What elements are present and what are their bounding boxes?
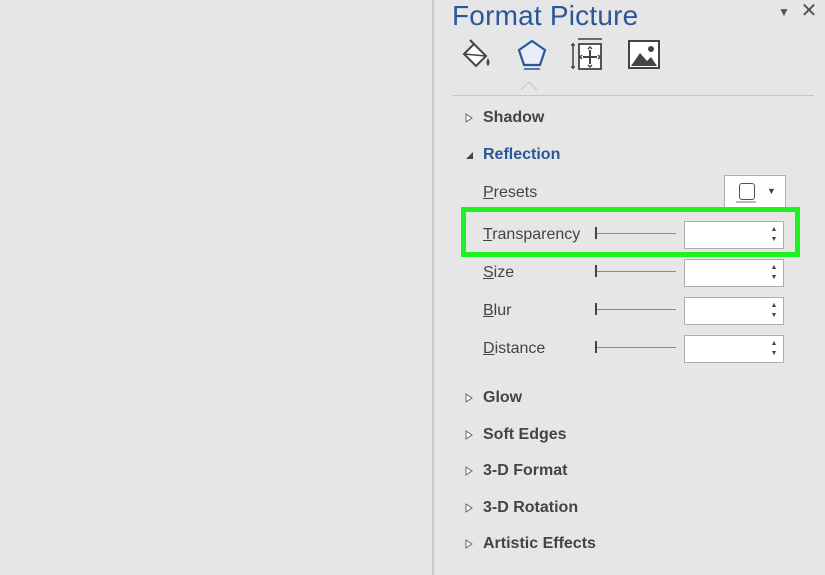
- section-label: Glow: [483, 389, 523, 406]
- section-label: Artistic Effects: [483, 535, 596, 552]
- transparency-slider[interactable]: [594, 227, 676, 239]
- slider-thumb[interactable]: [595, 265, 597, 277]
- section-glow[interactable]: Glow: [462, 387, 802, 409]
- slider-track: [596, 271, 676, 272]
- spinner-arrows: ▲ ▼: [769, 301, 779, 321]
- section-label: Reflection: [483, 146, 561, 163]
- section-label: Shadow: [483, 109, 545, 126]
- close-pane-button[interactable]: ✕: [798, 0, 820, 22]
- slider-track: [596, 347, 676, 348]
- collapsed-triangle-icon: [462, 537, 476, 551]
- effects-icon: [517, 39, 547, 70]
- tabs-divider: [452, 95, 814, 96]
- task-pane-options-button[interactable]: ▼: [774, 4, 794, 20]
- spin-down-icon[interactable]: ▼: [769, 236, 779, 244]
- spinner-arrows: ▲ ▼: [769, 339, 779, 359]
- spin-up-icon[interactable]: ▲: [769, 226, 779, 234]
- slider-thumb[interactable]: [595, 227, 597, 239]
- collapsed-triangle-icon: [462, 111, 476, 125]
- distance-slider[interactable]: [594, 341, 676, 353]
- collapsed-triangle-icon: [462, 464, 476, 478]
- blur-label: Blur: [483, 302, 512, 319]
- section-3d-rotation[interactable]: 3-D Rotation: [462, 497, 802, 519]
- section-artistic-effects[interactable]: Artistic Effects: [462, 533, 802, 555]
- section-shadow[interactable]: Shadow: [462, 107, 802, 129]
- section-soft-edges[interactable]: Soft Edges: [462, 424, 802, 446]
- tab-fill-line[interactable]: [456, 36, 496, 74]
- spin-down-icon[interactable]: ▼: [769, 274, 779, 282]
- blur-slider[interactable]: [594, 303, 676, 315]
- size-spinner[interactable]: ▲ ▼: [684, 259, 784, 287]
- pane-tabs: [456, 36, 696, 76]
- presets-label: Presets: [483, 184, 538, 201]
- spin-up-icon[interactable]: ▲: [769, 340, 779, 348]
- slider-thumb[interactable]: [595, 303, 597, 315]
- picture-icon: [628, 40, 660, 69]
- collapsed-triangle-icon: [462, 428, 476, 442]
- section-label: 3-D Format: [483, 462, 568, 479]
- spin-up-icon[interactable]: ▲: [769, 264, 779, 272]
- size-label: Size: [483, 264, 515, 281]
- collapsed-triangle-icon: [462, 391, 476, 405]
- tab-picture[interactable]: [624, 36, 664, 74]
- section-label: 3-D Rotation: [483, 499, 579, 516]
- section-3d-format[interactable]: 3-D Format: [462, 460, 802, 482]
- blur-spinner[interactable]: ▲ ▼: [684, 297, 784, 325]
- presets-dropdown[interactable]: ▼: [724, 175, 786, 209]
- collapsed-triangle-icon: [462, 501, 476, 515]
- fill-line-icon: [462, 39, 490, 68]
- slider-thumb[interactable]: [595, 341, 597, 353]
- tab-effects[interactable]: [512, 36, 552, 74]
- section-reflection[interactable]: Reflection: [462, 144, 802, 166]
- spinner-arrows: ▲ ▼: [769, 225, 779, 245]
- chevron-down-icon: ▼: [767, 186, 776, 196]
- pane-title: Format Picture: [452, 0, 639, 31]
- transparency-spinner[interactable]: ▲ ▼: [684, 221, 784, 249]
- spin-down-icon[interactable]: ▼: [769, 312, 779, 320]
- spinner-arrows: ▲ ▼: [769, 263, 779, 283]
- distance-spinner[interactable]: ▲ ▼: [684, 335, 784, 363]
- slider-track: [596, 309, 676, 310]
- size-properties-icon: [571, 38, 602, 70]
- active-tab-indicator: [521, 81, 537, 90]
- distance-label: Distance: [483, 340, 546, 357]
- spin-down-icon[interactable]: ▼: [769, 350, 779, 358]
- expanded-triangle-icon: [462, 148, 476, 162]
- spin-up-icon[interactable]: ▲: [769, 302, 779, 310]
- reflection-preset-icon: [736, 183, 756, 203]
- format-picture-pane: Format Picture ▼ ✕ Shadow Reflection Pre…: [434, 0, 825, 575]
- slider-track: [596, 233, 676, 234]
- transparency-label: Transparency: [483, 226, 581, 243]
- size-slider[interactable]: [594, 265, 676, 277]
- tab-size-properties[interactable]: [568, 36, 608, 74]
- section-label: Soft Edges: [483, 426, 567, 443]
- document-canvas[interactable]: [0, 0, 432, 575]
